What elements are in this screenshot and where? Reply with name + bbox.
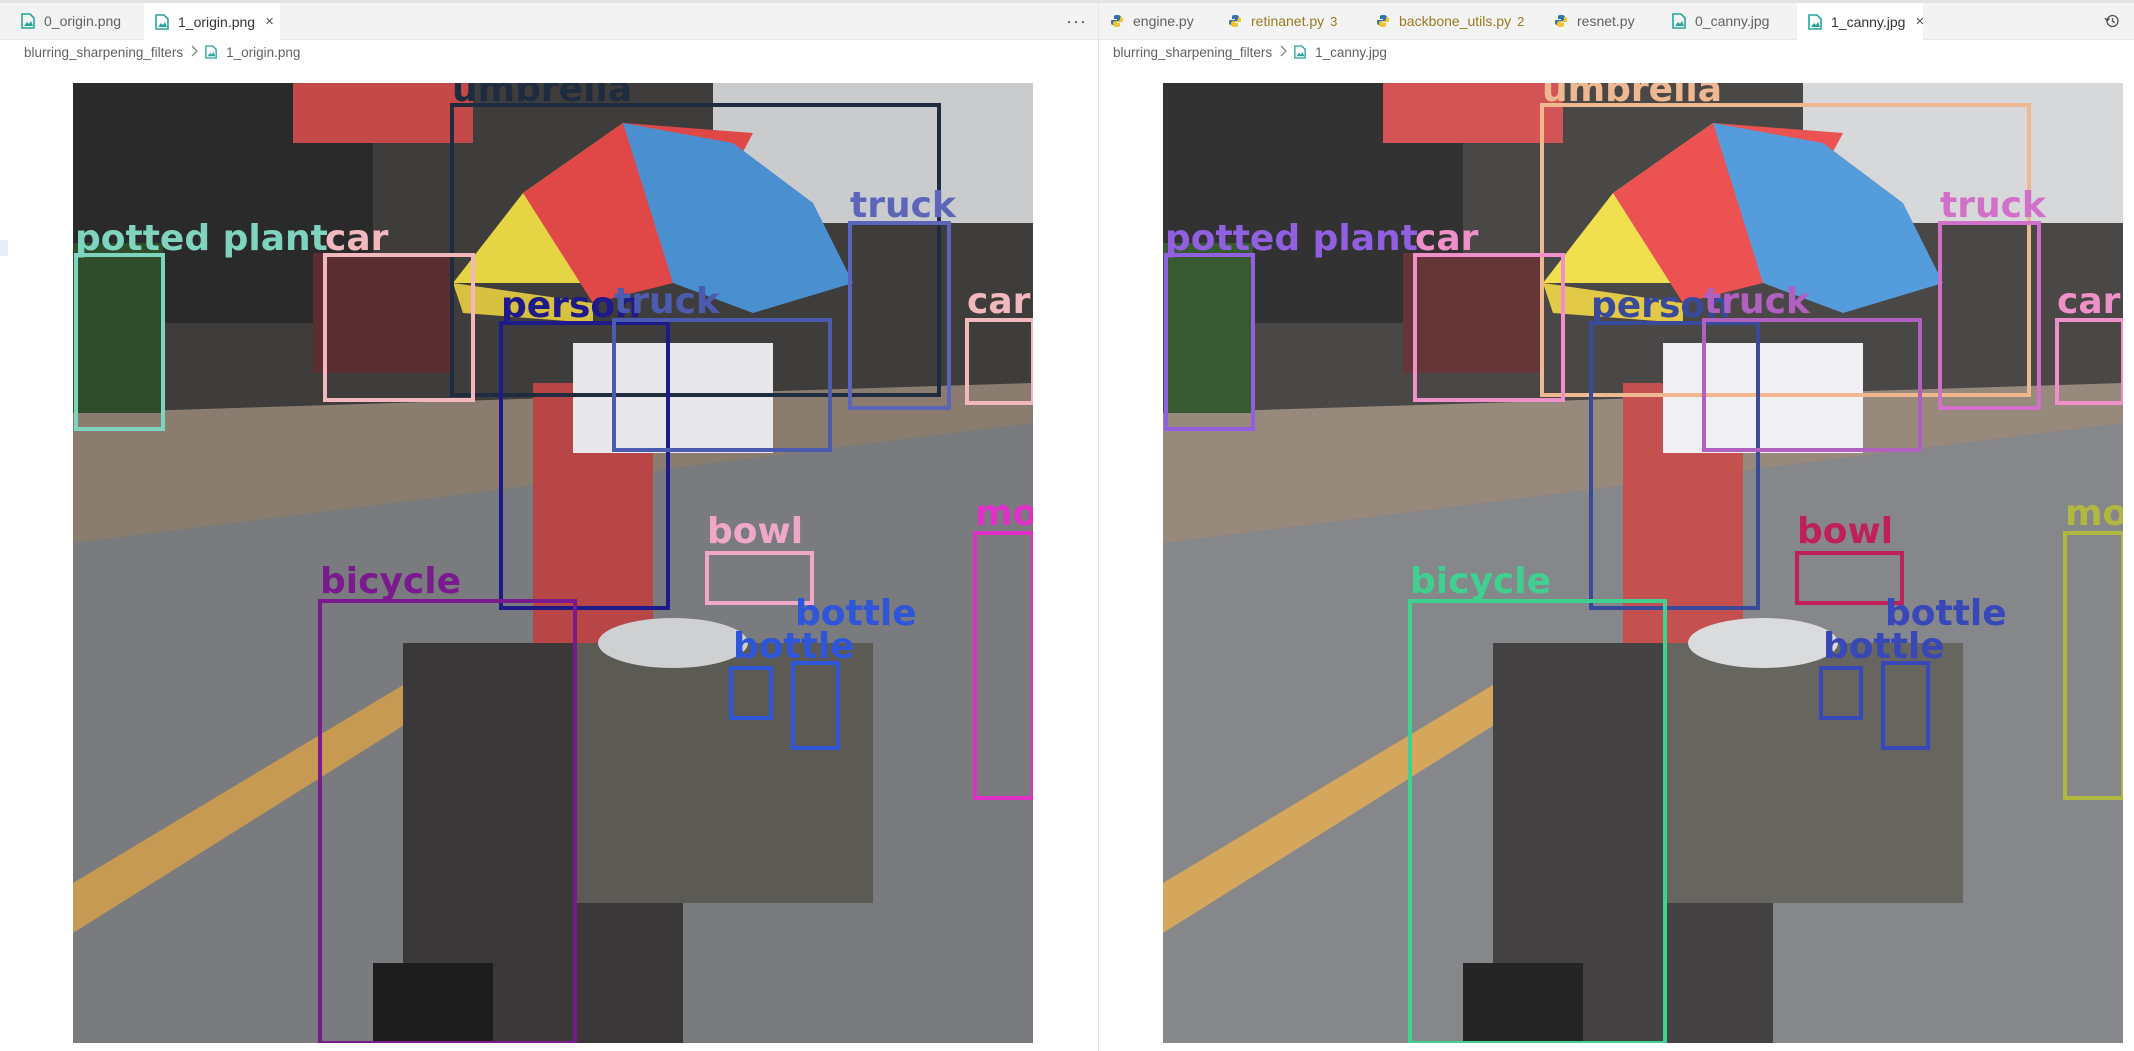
- image-file-icon: [20, 13, 36, 29]
- close-icon[interactable]: ×: [265, 13, 274, 30]
- python-file-icon: [1553, 13, 1569, 29]
- chevron-right-icon: [1279, 45, 1288, 60]
- tab-1-origin-png[interactable]: 1_origin.png ×: [144, 3, 280, 40]
- history-icon[interactable]: [2104, 13, 2120, 29]
- detection-image: umbrella potted plant car truck person t…: [73, 83, 1033, 1043]
- tab-label: 0_origin.png: [44, 13, 122, 29]
- breadcrumb-folder[interactable]: blurring_sharpening_filters: [1113, 45, 1272, 60]
- tab-engine-py[interactable]: engine.py: [1099, 3, 1217, 39]
- image-file-icon: [205, 45, 219, 59]
- python-file-icon: [1109, 13, 1125, 29]
- image-file-icon: [1807, 13, 1823, 30]
- breadcrumb-file[interactable]: 1_origin.png: [226, 45, 300, 60]
- label-car: car: [1415, 218, 1479, 259]
- label-motorcycle: mo: [975, 493, 1033, 534]
- tab-label: 0_canny.jpg: [1695, 13, 1770, 29]
- tab-label: 1_canny.jpg: [1831, 13, 1906, 30]
- label-potted-plant: potted plant: [1165, 218, 1418, 259]
- tab-label: resnet.py: [1577, 13, 1635, 29]
- label-potted-plant: potted plant: [75, 218, 328, 259]
- label-car: car: [2057, 281, 2121, 322]
- tab-bar-left: 0_origin.png 1_origin.png × ···: [0, 3, 1098, 40]
- editor-group-right: engine.py retinanet.py 3 backbone_utils.…: [1099, 3, 2134, 1051]
- tab-resnet-py[interactable]: resnet.py: [1543, 3, 1661, 39]
- tab-label: engine.py: [1133, 13, 1194, 29]
- label-umbrella: umbrella: [452, 83, 632, 110]
- label-umbrella: umbrella: [1542, 83, 1722, 110]
- editor-group-left: 0_origin.png 1_origin.png × ··· blurring…: [0, 3, 1098, 1051]
- gutter-highlight: [0, 240, 8, 256]
- label-truck: truck: [850, 185, 957, 226]
- label-bottle: bottle: [1823, 626, 1945, 667]
- image-file-icon: [154, 13, 170, 30]
- breadcrumb-folder[interactable]: blurring_sharpening_filters: [24, 45, 183, 60]
- label-truck: truck: [1704, 281, 1811, 322]
- python-file-icon: [1227, 13, 1243, 29]
- label-motorcycle: mo: [2065, 493, 2123, 534]
- problem-count-badge: 2: [1517, 13, 1525, 29]
- chevron-right-icon: [190, 45, 199, 60]
- label-car: car: [967, 281, 1031, 322]
- tab-label: retinanet.py: [1251, 13, 1325, 29]
- tab-label: backbone_utils.py: [1399, 13, 1512, 29]
- image-preview-left: umbrella potted plant car truck person t…: [73, 83, 1033, 1043]
- close-icon[interactable]: ×: [1915, 13, 1924, 30]
- tab-1-canny-jpg[interactable]: 1_canny.jpg ×: [1797, 3, 1924, 40]
- breadcrumb: blurring_sharpening_filters 1_canny.jpg: [1113, 39, 1387, 65]
- label-bowl: bowl: [707, 511, 803, 552]
- label-car: car: [325, 218, 389, 259]
- breadcrumb-file[interactable]: 1_canny.jpg: [1315, 45, 1387, 60]
- label-bicycle: bicycle: [320, 561, 461, 602]
- tab-retinanet-py[interactable]: retinanet.py 3: [1217, 3, 1365, 39]
- image-file-icon: [1671, 13, 1687, 29]
- tab-label: 1_origin.png: [178, 13, 256, 30]
- label-truck: truck: [614, 281, 721, 322]
- tab-backbone-utils-py[interactable]: backbone_utils.py 2: [1365, 3, 1543, 39]
- problem-count-badge: 3: [1330, 13, 1338, 29]
- label-bicycle: bicycle: [1410, 561, 1551, 602]
- label-bowl: bowl: [1797, 511, 1893, 552]
- more-actions-icon[interactable]: ···: [1066, 11, 1087, 32]
- detection-image: umbrella potted plant car truck person t…: [1163, 83, 2123, 1043]
- label-truck: truck: [1940, 185, 2047, 226]
- python-file-icon: [1375, 13, 1391, 29]
- tab-bar-right: engine.py retinanet.py 3 backbone_utils.…: [1099, 3, 2134, 40]
- image-preview-right: umbrella potted plant car truck person t…: [1163, 83, 2123, 1043]
- tab-0-origin-png[interactable]: 0_origin.png: [10, 3, 144, 39]
- tab-0-canny-jpg[interactable]: 0_canny.jpg: [1661, 3, 1789, 39]
- label-bottle: bottle: [733, 626, 855, 667]
- image-file-icon: [1294, 45, 1308, 59]
- breadcrumb: blurring_sharpening_filters 1_origin.png: [24, 39, 300, 65]
